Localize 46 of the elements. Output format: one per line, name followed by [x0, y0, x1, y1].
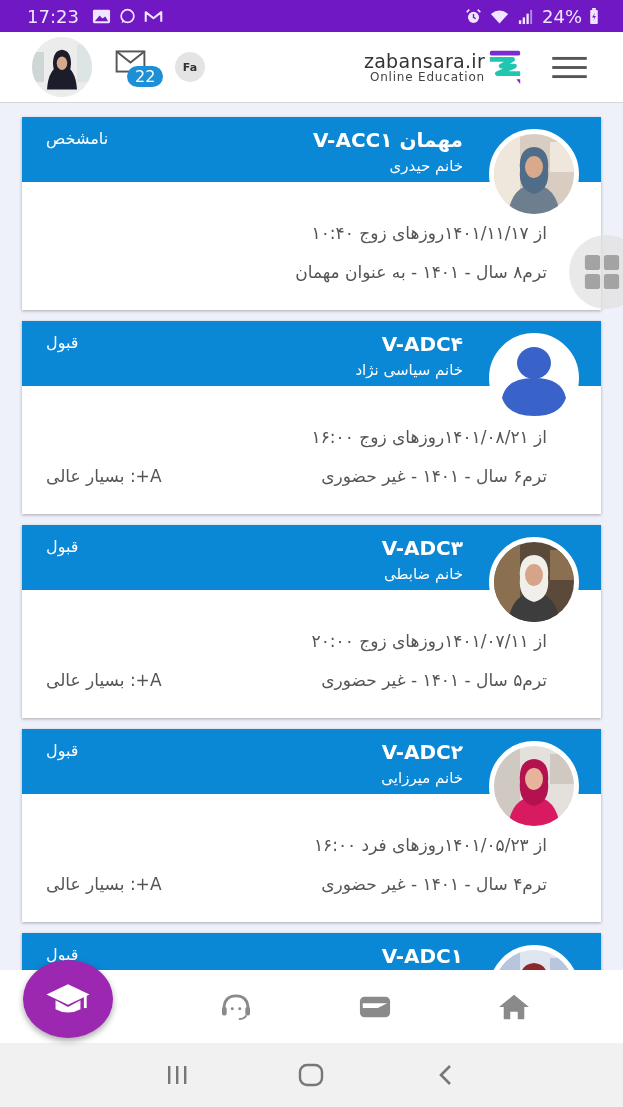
grid-icon — [583, 253, 621, 291]
class-card[interactable]: V-ADC۲ خانم میرزایی قبول از ۱۴۰۱/۰۵/۲۳روزهای فرد ۱۶:۰۰ ترم۴ سال - ۱۴۰۱ - غیر حضوری A+: بسیار عالی — [22, 729, 601, 922]
class-card[interactable]: V-ADC۳ خانم ضابطی قبول از ۱۴۰۱/۰۷/۱۱روزهای زوج ۲۰:۰۰ ترم۵ سال - ۱۴۰۱ - غیر حضوری A+: بسیار عالی — [22, 525, 601, 718]
class-term: ترم۴ سال - ۱۴۰۱ - غیر حضوری — [321, 873, 547, 896]
battery-icon — [589, 7, 599, 25]
chat-icon — [117, 7, 137, 25]
class-title: V-ADC۱ — [381, 943, 463, 970]
class-title: مهمان V-ACC۱ — [313, 127, 463, 154]
class-status: نامشخص — [46, 128, 109, 148]
signal-icon — [516, 7, 535, 25]
class-title: V-ADC۳ — [381, 535, 463, 562]
class-status: قبول — [46, 536, 79, 556]
status-time: 17:23 — [27, 5, 79, 27]
image-icon — [91, 7, 111, 25]
class-grade: A+: بسیار عالی — [46, 465, 162, 488]
class-status: قبول — [46, 332, 79, 352]
battery-level: 24% — [542, 5, 582, 27]
teacher-name: خانم میرزایی — [381, 768, 463, 789]
class-term: ترم۸ سال - ۱۴۰۱ - به عنوان مهمان — [295, 261, 547, 285]
logo-tagline: Online Education — [369, 70, 485, 84]
class-card[interactable]: V-ADC۴ خانم سیاسی نژاد قبول از ۱۴۰۱/۰۸/۲۱روزهای زوج ۱۶:۰۰ ترم۶ سال - ۱۴۰۱ - غیر حضوری A+: بسیار عالی — [22, 321, 601, 514]
class-status: قبول — [46, 740, 79, 760]
class-schedule: از ۱۴۰۱/۰۷/۱۱روزهای زوج ۲۰:۰۰ — [310, 630, 547, 654]
class-term: ترم۵ سال - ۱۴۰۱ - غیر حضوری — [321, 669, 547, 692]
language-button[interactable]: Fa — [175, 52, 205, 82]
teacher-name: خانم حیدری — [389, 156, 463, 177]
unread-count-badge: 22 — [127, 66, 164, 87]
class-term: ترم۶ سال - ۱۴۰۱ - غیر حضوری — [321, 465, 547, 488]
teacher-name: خانم سیاسی نژاد — [355, 360, 463, 381]
logo-name: zabansara.ir — [363, 50, 485, 71]
teacher-name: خانم ضابطی — [383, 564, 463, 585]
class-grade: A+: بسیار عالی — [46, 873, 162, 896]
class-schedule: از ۱۴۰۱/۰۵/۲۳روزهای فرد ۱۶:۰۰ — [312, 834, 547, 857]
class-title: V-ADC۲ — [381, 739, 463, 766]
headset-icon[interactable] — [220, 992, 253, 1021]
class-card[interactable]: مهمان V-ACC۱ خانم حیدری نامشخص از ۱۴۰۱/۱۱/۱۷روزهای زوج ۱۰:۴۰ ترم۸ سال - ۱۴۰۱ - به عنوان مهمان — [22, 117, 601, 310]
alarm-icon — [464, 7, 483, 25]
home-icon[interactable] — [497, 992, 530, 1021]
class-schedule: از ۱۴۰۱/۰۸/۲۱روزهای زوج ۱۶:۰۰ — [310, 426, 547, 450]
menu-icon[interactable] — [552, 55, 587, 79]
home-button-icon[interactable] — [298, 1063, 325, 1087]
graduation-cap-icon — [44, 982, 92, 1016]
wifi-icon — [490, 7, 509, 25]
class-grade: A+: بسیار عالی — [46, 669, 162, 692]
class-title: V-ADC۴ — [381, 331, 463, 358]
class-schedule: از ۱۴۰۱/۱۱/۱۷روزهای زوج ۱۰:۴۰ — [310, 222, 547, 246]
